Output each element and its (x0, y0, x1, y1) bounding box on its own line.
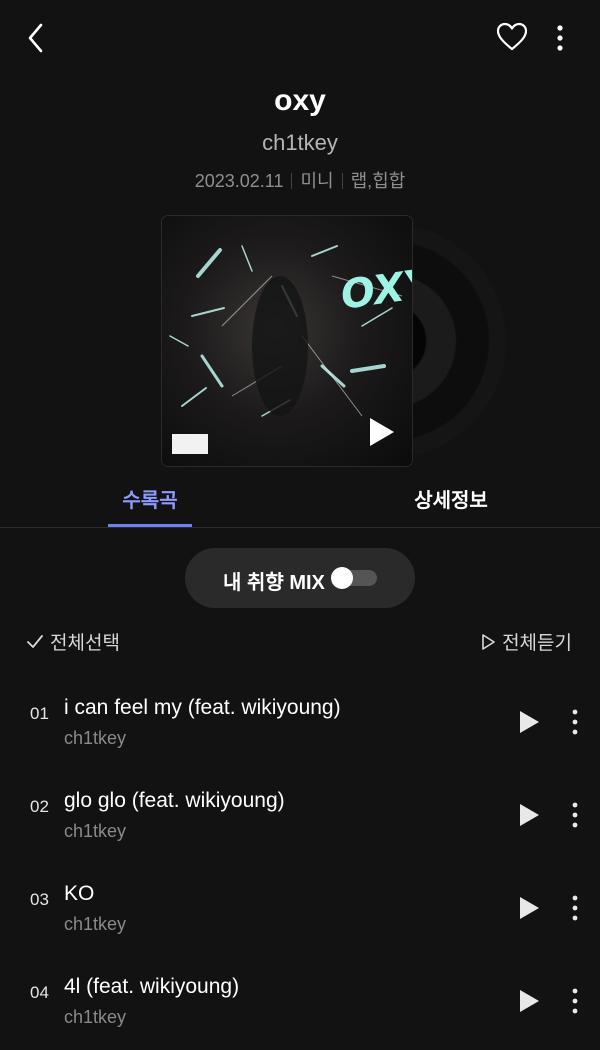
top-bar (0, 0, 600, 76)
track-artist[interactable]: ch1tkey (64, 1007, 126, 1028)
album-cover[interactable]: OXY (162, 216, 412, 466)
more-options-button[interactable] (548, 22, 572, 54)
track-title[interactable]: glo glo (feat. wikiyoung) (64, 789, 285, 813)
heart-outline-icon (496, 22, 528, 51)
track-more-button[interactable] (565, 985, 585, 1017)
tab-tracklist[interactable]: 수록곡 (108, 484, 192, 513)
play-outline-icon (482, 633, 495, 650)
meta-divider (291, 173, 293, 189)
track-more-button[interactable] (565, 706, 585, 738)
tab-details[interactable]: 상세정보 (396, 484, 506, 513)
track-number: 03 (30, 890, 49, 909)
play-all-button[interactable]: 전체듣기 (480, 628, 572, 655)
play-all-label: 전체듣기 (502, 633, 572, 654)
track-title[interactable]: i can feel my (feat. wikiyoung) (64, 696, 341, 720)
play-icon (520, 897, 539, 919)
track-play-button[interactable] (516, 987, 542, 1015)
track-row[interactable]: 04 4l (feat. wikiyoung) ch1tkey (0, 965, 600, 1050)
my-taste-mix-button[interactable]: 내 취향 MIX (185, 548, 415, 608)
track-play-button[interactable] (516, 894, 542, 922)
track-number: 02 (30, 797, 49, 816)
album-genre: 랩,힙합 (350, 171, 406, 191)
like-button[interactable] (496, 22, 528, 52)
track-number: 04 (30, 983, 49, 1002)
album-type: 미니 (300, 171, 334, 191)
track-more-button[interactable] (565, 892, 585, 924)
album-meta: 2023.02.11 미니 랩,힙합 (0, 167, 600, 193)
tab-bar: 수록곡 상세정보 (0, 474, 600, 528)
play-icon (520, 711, 539, 733)
track-artist[interactable]: ch1tkey (64, 914, 126, 935)
album-cover-area: OXY (162, 216, 506, 468)
track-play-button[interactable] (516, 801, 542, 829)
active-tab-indicator (108, 524, 192, 527)
track-artist[interactable]: ch1tkey (64, 821, 126, 842)
chevron-left-icon (28, 23, 43, 53)
track-more-button[interactable] (565, 799, 585, 831)
play-icon (520, 804, 539, 826)
play-icon (520, 990, 539, 1012)
album-title: oxy (274, 84, 326, 117)
track-title[interactable]: KO (64, 882, 94, 906)
track-title[interactable]: 4l (feat. wikiyoung) (64, 975, 239, 999)
vertical-dots-icon (572, 988, 578, 1014)
cover-play-button[interactable] (362, 414, 398, 450)
track-play-button[interactable] (516, 708, 542, 736)
mix-toggle[interactable] (331, 567, 377, 589)
release-date: 2023.02.11 (194, 171, 284, 191)
mix-label: 내 취향 MIX (223, 572, 325, 594)
track-artist[interactable]: ch1tkey (64, 728, 126, 749)
cover-title-text: OXY (338, 260, 412, 319)
parental-advisory-label (172, 434, 208, 454)
check-icon (27, 634, 43, 648)
play-icon (370, 418, 394, 446)
vertical-dots-icon (572, 895, 578, 921)
track-row[interactable]: 03 KO ch1tkey (0, 872, 600, 958)
album-artist-link[interactable]: ch1tkey (0, 130, 600, 156)
vertical-dots-icon (572, 709, 578, 735)
track-row[interactable]: 02 glo glo (feat. wikiyoung) ch1tkey (0, 779, 600, 865)
vertical-dots-icon (572, 802, 578, 828)
select-all-button[interactable]: 전체선택 (26, 628, 120, 655)
select-all-label: 전체선택 (50, 633, 120, 654)
meta-divider (341, 173, 343, 189)
track-row[interactable]: 01 i can feel my (feat. wikiyoung) ch1tk… (0, 686, 600, 772)
toggle-knob (331, 567, 353, 589)
list-actions: 전체선택 전체듣기 (0, 622, 600, 662)
track-number: 01 (30, 704, 49, 723)
back-button[interactable] (22, 20, 52, 56)
vertical-dots-icon (557, 25, 563, 51)
